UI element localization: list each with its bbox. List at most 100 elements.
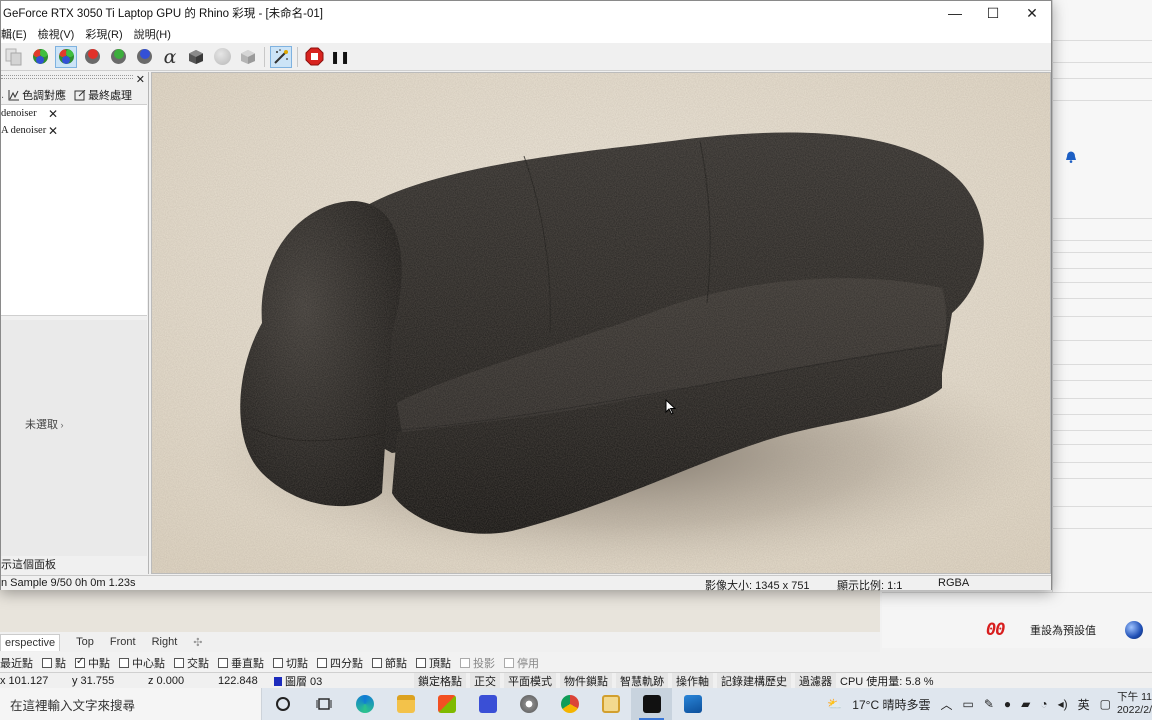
pen-icon[interactable]: ✎ — [984, 697, 994, 711]
tab-perspective[interactable]: erspective — [0, 633, 61, 651]
title-bar[interactable]: GeForce RTX 3050 Ti Laptop GPU 的 Rhino 彩… — [1, 1, 1051, 25]
globe-icon[interactable] — [1125, 621, 1143, 639]
status-pane-button[interactable]: 鎖定格點 — [414, 672, 466, 689]
store-icon[interactable] — [426, 688, 467, 720]
depth-box-icon[interactable] — [185, 46, 207, 68]
render-channels-icon[interactable] — [29, 46, 51, 68]
weather-icon[interactable]: ⛅ — [827, 697, 842, 711]
show-panel-link[interactable]: 示這個面板 — [1, 556, 56, 572]
osnap-checkbox[interactable] — [273, 658, 283, 668]
photos-icon[interactable] — [672, 688, 713, 720]
alpha-icon[interactable]: α — [159, 46, 181, 68]
chrome-icon[interactable] — [549, 688, 590, 720]
perspective-viewport[interactable] — [0, 590, 880, 632]
menu-help[interactable]: 說明(H) — [134, 26, 171, 42]
copy-icon[interactable] — [3, 46, 25, 68]
osnap-checkbox[interactable] — [317, 658, 327, 668]
list-item[interactable]: A denoiser ✕ — [1, 122, 147, 139]
close-button[interactable]: ✕ — [1013, 1, 1051, 25]
panel-grip[interactable] — [1, 75, 133, 79]
battery-icon[interactable]: ▰ — [1021, 697, 1030, 711]
tab-overflow-indicator[interactable]: . — [1, 89, 4, 101]
render-image-view[interactable] — [151, 72, 1051, 574]
remove-icon[interactable]: ✕ — [48, 124, 58, 138]
reset-default-button[interactable]: 重設為預設值 — [1030, 622, 1096, 638]
panel-divider — [1052, 462, 1152, 463]
panel-close-icon[interactable]: ✕ — [136, 73, 145, 86]
file-explorer-icon[interactable] — [385, 688, 426, 720]
rhino-icon[interactable] — [631, 688, 672, 720]
status-pane-button[interactable]: 操作軸 — [672, 672, 713, 689]
osnap-option[interactable]: 中點 — [75, 655, 110, 671]
tab-top[interactable]: Top — [76, 636, 94, 648]
status-pane-button[interactable]: 記錄建構歷史 — [717, 672, 791, 689]
box-gray-icon[interactable] — [237, 46, 259, 68]
layer-indicator[interactable]: 圖層 03 — [274, 673, 414, 689]
minimize-button[interactable]: — — [936, 1, 974, 25]
osnap-option[interactable]: 節點 — [372, 655, 407, 671]
osnap-option[interactable]: 垂直點 — [218, 655, 264, 671]
add-viewport-tab-icon[interactable]: ✣ — [193, 636, 202, 649]
chevron-up-icon[interactable]: ︿ — [940, 696, 952, 713]
status-pane-button[interactable]: 物件鎖點 — [560, 672, 612, 689]
render-channels-selected-icon[interactable] — [55, 45, 77, 68]
paint-icon[interactable] — [508, 688, 549, 720]
osnap-checkbox[interactable] — [416, 658, 426, 668]
osnap-checkbox — [460, 658, 470, 668]
mic-icon[interactable]: ● — [1004, 697, 1011, 711]
status-pane-button[interactable]: 過濾器 — [795, 672, 836, 689]
list-item[interactable]: denoiser ✕ — [1, 105, 147, 122]
volume-icon[interactable]: ◂) — [1058, 697, 1068, 711]
clock[interactable]: 下午 11 2022/2/ — [1116, 691, 1152, 717]
task-view-icon[interactable] — [303, 688, 344, 720]
app-blue-icon[interactable] — [467, 688, 508, 720]
edge-icon[interactable] — [344, 688, 385, 720]
clock-date: 2022/2/ — [1116, 704, 1152, 716]
osnap-checkbox[interactable] — [218, 658, 228, 668]
remove-icon[interactable]: ✕ — [48, 107, 58, 121]
panel-divider — [1052, 430, 1152, 431]
tab-right[interactable]: Right — [152, 636, 178, 648]
osnap-option[interactable]: 最近點 — [0, 655, 33, 671]
taskbar-search-input[interactable]: 在這裡輸入文字來搜尋 — [0, 688, 262, 720]
menu-edit[interactable]: 輯(E) — [1, 26, 27, 42]
menu-render[interactable]: 彩現(R) — [85, 26, 122, 42]
cortana-icon[interactable] — [262, 688, 303, 720]
maximize-button[interactable]: ☐ — [974, 1, 1012, 25]
osnap-label: 最近點 — [0, 658, 33, 670]
red-channel-icon[interactable] — [81, 46, 103, 68]
notification-icon[interactable]: ▢ — [1100, 697, 1111, 711]
osnap-option[interactable]: 交點 — [174, 655, 209, 671]
tab-tone-mapping[interactable]: 色調對應 — [8, 87, 66, 103]
tab-front[interactable]: Front — [110, 636, 136, 648]
osnap-checkbox[interactable] — [119, 658, 129, 668]
cpu-usage: CPU 使用量: 5.8 % — [840, 675, 934, 688]
pause-icon[interactable]: ❚❚ — [329, 46, 351, 68]
notes-icon[interactable] — [590, 688, 631, 720]
weather-text[interactable]: 17°C 晴時多雲 — [852, 696, 930, 713]
osnap-option[interactable]: 點 — [42, 655, 66, 671]
osnap-option[interactable]: 頂點 — [416, 655, 451, 671]
menu-view[interactable]: 檢視(V) — [38, 26, 75, 42]
post-effects-wand-icon[interactable] — [270, 45, 292, 68]
osnap-option[interactable]: 中心點 — [119, 655, 165, 671]
network-icon[interactable]: ◔ — [1040, 697, 1047, 711]
osnap-checkbox[interactable] — [174, 658, 184, 668]
osnap-checkbox[interactable] — [75, 656, 85, 668]
osnap-option: 投影 — [460, 655, 495, 671]
ime-indicator[interactable]: 英 — [1078, 696, 1090, 713]
osnap-option[interactable]: 切點 — [273, 655, 308, 671]
status-pane-button[interactable]: 正交 — [470, 672, 500, 689]
status-pane-button[interactable]: 智慧軌跡 — [616, 672, 668, 689]
green-channel-icon[interactable] — [107, 46, 129, 68]
osnap-option[interactable]: 四分點 — [317, 655, 363, 671]
bell-icon[interactable] — [1065, 150, 1077, 163]
stop-render-icon[interactable] — [303, 46, 325, 68]
tab-post-process[interactable]: 最終處理 — [74, 87, 132, 103]
osnap-checkbox[interactable] — [372, 658, 382, 668]
status-pane-button[interactable]: 平面模式 — [504, 672, 556, 689]
osnap-checkbox[interactable] — [42, 658, 52, 668]
devices-icon[interactable]: ▭ — [962, 697, 973, 711]
blue-channel-icon[interactable] — [133, 46, 155, 68]
sphere-gray-icon[interactable] — [211, 46, 233, 68]
